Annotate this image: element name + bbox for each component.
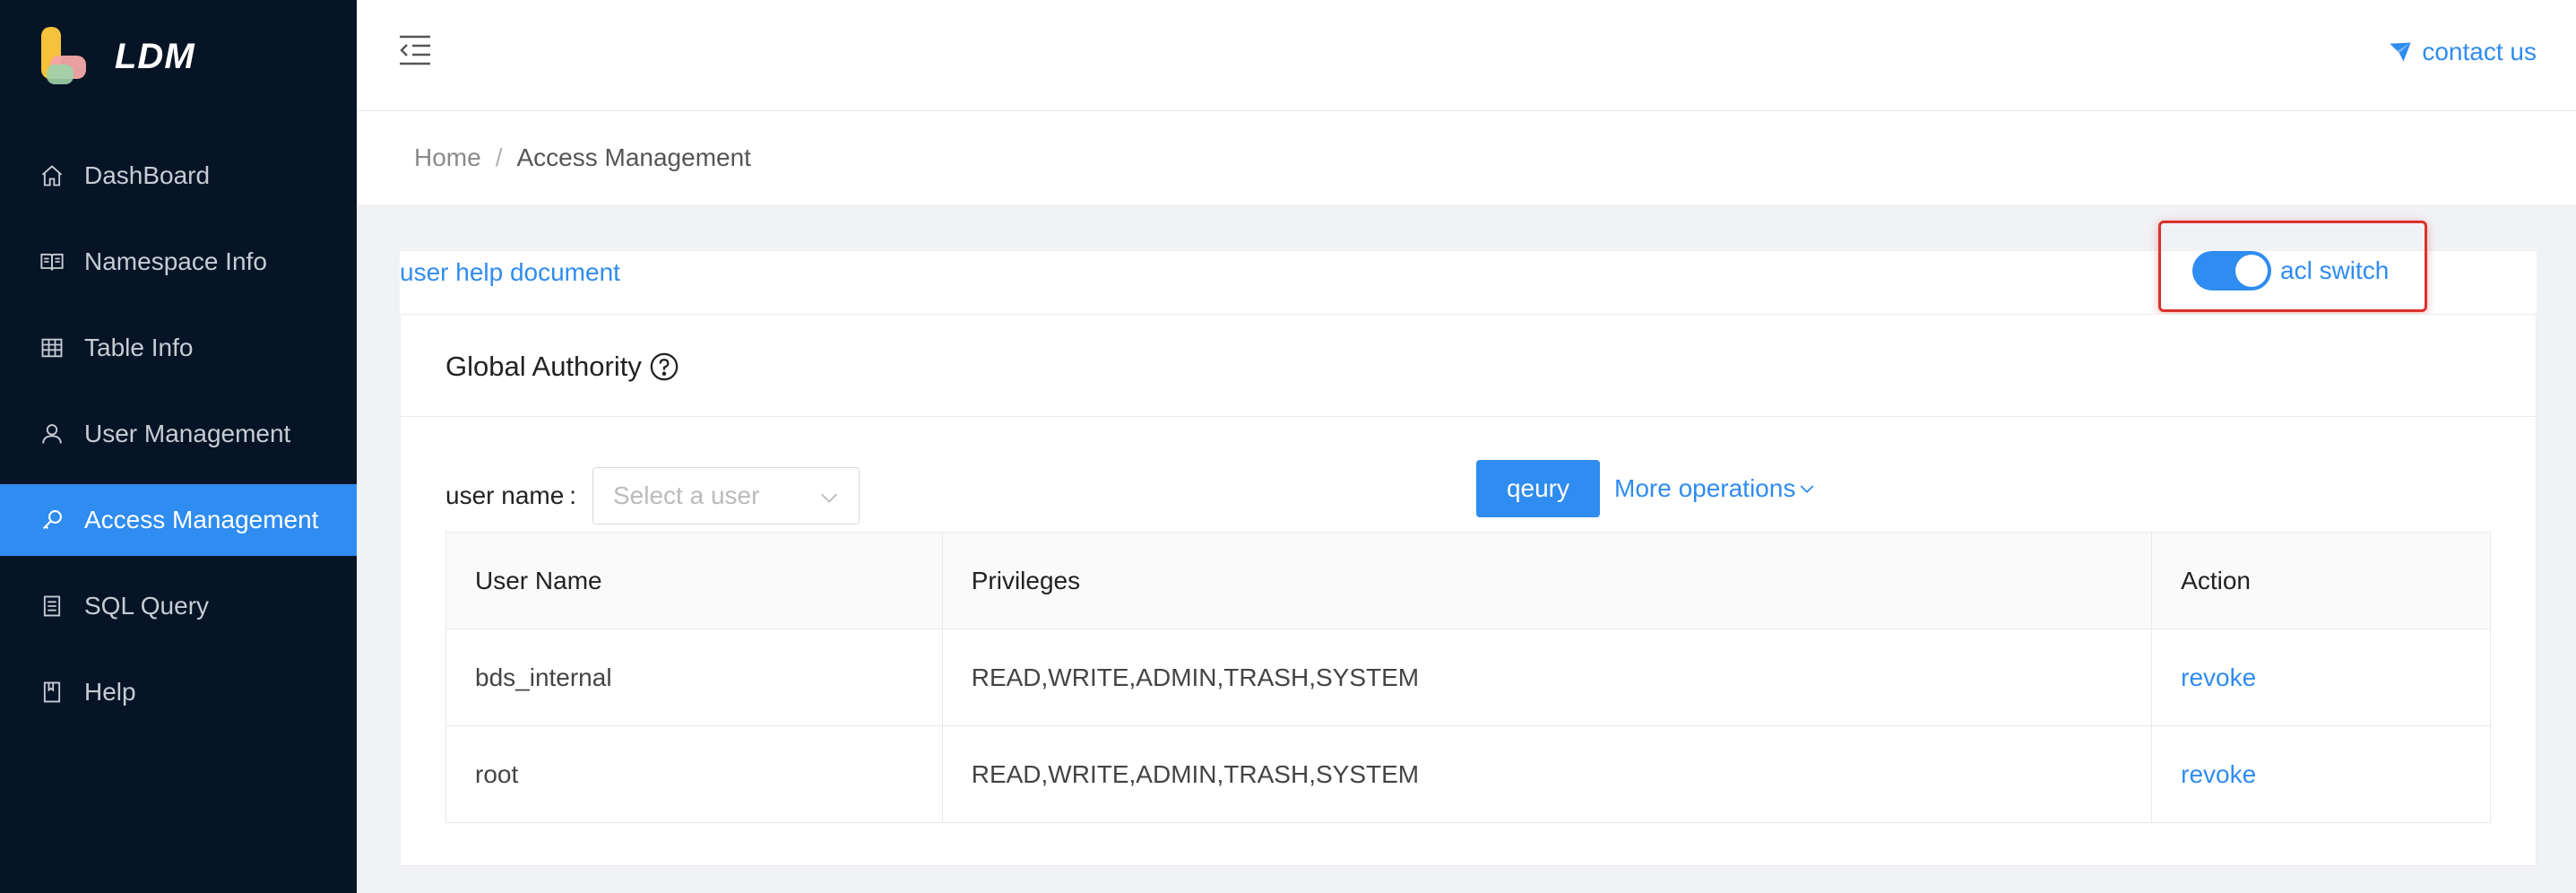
contact-us-link[interactable]: contact us (2388, 38, 2537, 66)
user-select-placeholder: Select a user (613, 481, 760, 509)
toggle-knob (2235, 255, 2268, 287)
top-header: contact us (357, 0, 2576, 111)
user-icon (39, 421, 65, 446)
breadcrumb-home[interactable]: Home (414, 143, 481, 172)
contact-us-label: contact us (2422, 38, 2537, 65)
card-title: Global Authority (445, 351, 642, 382)
table-row: bds_internal READ,WRITE,ADMIN,TRASH,SYST… (445, 629, 2491, 726)
app-logo[interactable]: LDM (39, 25, 326, 88)
sidebar-item-label: Help (84, 678, 136, 706)
table-icon (39, 335, 65, 360)
cell-privileges: READ,WRITE,ADMIN,TRASH,SYSTEM (941, 629, 2153, 726)
chevron-down-icon (821, 493, 837, 503)
table-row: root READ,WRITE,ADMIN,TRASH,SYSTEM revok… (445, 725, 2491, 823)
book-icon (39, 249, 65, 274)
more-operations-label: More operations (1614, 474, 1796, 502)
sidebar-item-label: Table Info (84, 334, 194, 361)
sidebar-item-help[interactable]: Help (0, 656, 357, 728)
logo-icon (39, 25, 97, 88)
sidebar-item-dashboard[interactable]: DashBoard (0, 140, 357, 212)
acl-switch-toggle[interactable] (2192, 251, 2271, 290)
breadcrumb-separator: / (495, 143, 503, 171)
cell-user-name: root (445, 725, 943, 823)
app-name: LDM (115, 36, 195, 76)
global-authority-card: Global Authority user name: Select a use… (400, 314, 2537, 866)
bookmark-icon (39, 680, 65, 705)
breadcrumb-bar: Home / Access Management (357, 111, 2576, 206)
chevron-down-icon (1800, 485, 1814, 494)
cell-privileges: READ,WRITE,ADMIN,TRASH,SYSTEM (941, 725, 2153, 823)
column-header-privileges: Privileges (941, 532, 2153, 629)
menu-fold-icon[interactable] (398, 34, 432, 66)
breadcrumb: Home / Access Management (414, 143, 751, 172)
user-select[interactable]: Select a user (592, 467, 860, 525)
question-circle-icon[interactable] (649, 351, 679, 382)
breadcrumb-current: Access Management (516, 143, 751, 171)
sidebar-item-access-management[interactable]: Access Management (0, 484, 357, 556)
key-icon (39, 507, 65, 533)
sidebar-menu: DashBoard Namespace Info Table Info User… (0, 140, 357, 742)
sidebar-item-table-info[interactable]: Table Info (0, 312, 357, 384)
revoke-link[interactable]: revoke (2151, 725, 2491, 823)
user-help-document-link[interactable]: user help document (400, 258, 620, 287)
sidebar-item-label: Namespace Info (84, 247, 267, 275)
cell-user-name: bds_internal (445, 629, 943, 726)
revoke-link[interactable]: revoke (2151, 629, 2491, 726)
card-header: Global Authority (401, 315, 2536, 417)
more-operations-dropdown[interactable]: More operations (1614, 474, 1815, 503)
authority-table: User Name Privileges Action bds_internal… (445, 532, 2491, 823)
sidebar-item-label: DashBoard (84, 161, 211, 189)
acl-switch-group: acl switch (2192, 251, 2389, 290)
column-header-user-name: User Name (445, 532, 943, 629)
sidebar-item-user-management[interactable]: User Management (0, 398, 357, 470)
sidebar-item-namespace-info[interactable]: Namespace Info (0, 226, 357, 298)
table-header-row: User Name Privileges Action (445, 532, 2491, 629)
sidebar-item-label: Access Management (84, 506, 319, 533)
document-icon (39, 594, 65, 619)
home-icon (39, 163, 65, 188)
sidebar-item-sql-query[interactable]: SQL Query (0, 570, 357, 642)
sidebar-item-label: SQL Query (84, 592, 210, 620)
acl-switch-label: acl switch (2280, 256, 2390, 284)
column-header-action: Action (2151, 532, 2491, 629)
sidebar: LDM DashBoard Namespace Info Table Info … (0, 0, 357, 893)
user-name-label: user name: (445, 481, 577, 509)
sidebar-item-label: User Management (84, 420, 291, 447)
send-icon (2390, 42, 2412, 62)
query-button[interactable]: qeury (1476, 460, 1600, 517)
